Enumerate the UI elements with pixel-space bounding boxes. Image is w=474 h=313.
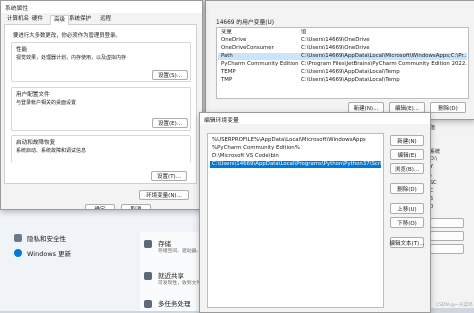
user-profile-group: 用户配置文件 与登录帐户相关的桌面设置 设置(E)... bbox=[11, 87, 191, 131]
edit-text-button[interactable]: 编辑文本(T)... bbox=[390, 237, 424, 248]
admin-note: 要进行大多数更改，你必须作为管理员登录。 bbox=[13, 33, 121, 39]
path-entry[interactable]: %USERPROFILE%\AppData\Local\Microsoft\Wi… bbox=[210, 137, 381, 144]
col-header-name[interactable]: 变量 bbox=[221, 29, 232, 36]
startup-title: 启动和故障恢复 bbox=[16, 140, 56, 146]
windows-update-icon bbox=[14, 249, 22, 257]
strip-val-5: SC bbox=[430, 180, 437, 186]
env-row-value: C:\Users\14669\OneDrive bbox=[301, 37, 370, 43]
tab-3[interactable]: 系统保护 bbox=[66, 15, 94, 24]
nav-update-label: Windows 更新 bbox=[27, 250, 72, 258]
tab-0[interactable]: 计算机名 bbox=[4, 15, 32, 24]
edit-env-dialog: 编辑环境变量 %USERPROFILE%\AppData\Local\Micro… bbox=[199, 112, 431, 313]
watermark: CSDN @一只菜鸡 bbox=[436, 303, 473, 308]
user-delete-button[interactable]: 删除(D) bbox=[430, 102, 466, 113]
shield-icon bbox=[14, 234, 22, 242]
move-up-button[interactable]: 上移(U) bbox=[390, 203, 424, 214]
edit-env-title: 编辑环境变量 bbox=[204, 118, 239, 124]
performance-title: 性能 bbox=[16, 47, 28, 53]
path-entry[interactable]: D:\Microsoft VS Code\bin bbox=[210, 153, 381, 160]
col-header-value[interactable]: 值 bbox=[301, 29, 306, 36]
sys-props-title: 系统属性 bbox=[5, 6, 29, 12]
system-properties-window: 系统属性 计算机名 硬件 高级 系统保护 远程 要进行大多数更改，你必须作为管理员登录。… bbox=[0, 0, 203, 210]
env-row-name: TMP bbox=[221, 77, 233, 83]
env-row[interactable]: OneDriveConsumer C:\Users\14669\OneDrive bbox=[218, 45, 467, 52]
multitask-label: 多任务处理 bbox=[158, 300, 191, 308]
sys-props-titlebar: 系统属性 bbox=[1, 1, 202, 13]
env-row-value: C:\Program Files\JetBrains\PyCharm Commu… bbox=[301, 61, 467, 67]
system-edit-button[interactable] bbox=[430, 231, 464, 241]
env-row-value: C:\Users\14669\AppData\Local\Temp bbox=[301, 77, 400, 83]
env-row[interactable]: TMP C:\Users\14669\AppData\Local\Temp bbox=[218, 77, 467, 84]
edit-entry-button[interactable]: 编辑(E) bbox=[390, 149, 424, 160]
tab-panel: 要进行大多数更改，你必须作为管理员登录。 性能 视觉效果，处理器计划，内存使用，… bbox=[4, 24, 197, 184]
path-entries-list[interactable]: %USERPROFILE%\AppData\Local\Microsoft\Wi… bbox=[207, 133, 384, 308]
system-delete-button[interactable] bbox=[430, 244, 464, 254]
multitask-icon bbox=[144, 300, 152, 308]
system-new-button[interactable] bbox=[430, 218, 464, 228]
startup-desc: 系统启动、系统故障和调试信息 bbox=[16, 148, 87, 154]
startup-settings-button[interactable]: 设置(T)... bbox=[151, 171, 187, 181]
storage-icon bbox=[144, 240, 152, 248]
user-profile-title: 用户配置文件 bbox=[16, 92, 50, 98]
env-row-value: C:\Users\14669\AppData\Local\Temp bbox=[301, 69, 400, 75]
user-vars-table[interactable]: 变量 值 OneDrive C:\Users\14669\OneDrive OneD… bbox=[216, 27, 469, 99]
strip-val-1: 系统 bbox=[430, 149, 441, 155]
tab-1[interactable]: 硬件 bbox=[29, 15, 46, 24]
env-row[interactable]: TEMP C:\Users\14669\AppData\Local\Temp bbox=[218, 69, 467, 76]
user-profile-settings-button[interactable]: 设置(E)... bbox=[152, 118, 188, 128]
path-entry[interactable]: %PyCharm Community Edition% bbox=[210, 145, 381, 152]
system-vars-strip: 值 系统 D:\ Y \ SC C 5 0 bbox=[425, 118, 474, 308]
strip-val-2: D:\ bbox=[430, 156, 438, 162]
env-row[interactable]: Path C:\Users\14669\AppData\Local\Microso… bbox=[218, 53, 467, 60]
sys-cancel-button[interactable]: 取消 bbox=[121, 204, 151, 209]
env-vars-button[interactable]: 环境变量(N)... bbox=[139, 190, 189, 200]
env-row-name: Path bbox=[221, 53, 233, 59]
environment-variables-window: 14669 的用户变量(U) 变量 值 OneDrive C:\Users\146… bbox=[205, 0, 474, 120]
env-row-value: C:\Users\14669\OneDrive bbox=[301, 45, 370, 51]
nav-privacy-label: 隐私和安全性 bbox=[27, 235, 66, 243]
path-entry[interactable]: C:\Users\14669\AppData\Local\Programs\Py… bbox=[210, 161, 381, 168]
edit-env-titlebar: 编辑环境变量 bbox=[200, 113, 430, 124]
performance-settings-button[interactable]: 设置(S)... bbox=[152, 70, 188, 80]
env-row-name: PyCharm Community Edition bbox=[221, 61, 299, 67]
user-profile-desc: 与登录帐户相关的桌面设置 bbox=[16, 100, 77, 106]
nav-windows-update[interactable]: Windows 更新 bbox=[14, 248, 71, 258]
env-row-name: TEMP bbox=[221, 69, 236, 75]
performance-group: 性能 视觉效果，处理器计划，内存使用，以及虚拟内存 设置(S)... bbox=[11, 42, 191, 82]
nearby-share-icon bbox=[144, 272, 152, 280]
performance-desc: 视觉效果，处理器计划，内存使用，以及虚拟内存 bbox=[16, 55, 127, 61]
env-row-name: OneDrive bbox=[221, 37, 247, 43]
new-entry-button[interactable]: 新建(N) bbox=[390, 135, 424, 146]
env-row[interactable]: OneDrive C:\Users\14669\OneDrive bbox=[218, 37, 467, 44]
move-down-button[interactable]: 下移(O) bbox=[390, 217, 424, 228]
browse-button[interactable]: 浏览(B)... bbox=[390, 163, 424, 174]
delete-entry-button[interactable]: 删除(D) bbox=[390, 183, 424, 194]
startup-recovery-group: 启动和故障恢复 系统启动、系统故障和调试信息 bbox=[11, 135, 191, 163]
env-row[interactable]: PyCharm Community Edition C:\Program File… bbox=[218, 61, 467, 68]
env-row-value: C:\Users\14669\AppData\Local\Microsoft\W… bbox=[301, 53, 467, 59]
nav-privacy-security[interactable]: 隐私和安全性 bbox=[14, 233, 66, 243]
tab-4[interactable]: 远程 bbox=[97, 15, 114, 24]
env-row-name: OneDriveConsumer bbox=[221, 45, 274, 51]
user-vars-title: 14669 的用户变量(U) bbox=[216, 20, 275, 26]
sys-ok-button[interactable]: 确定 bbox=[85, 204, 115, 209]
tab-2[interactable]: 高级 bbox=[50, 15, 70, 25]
